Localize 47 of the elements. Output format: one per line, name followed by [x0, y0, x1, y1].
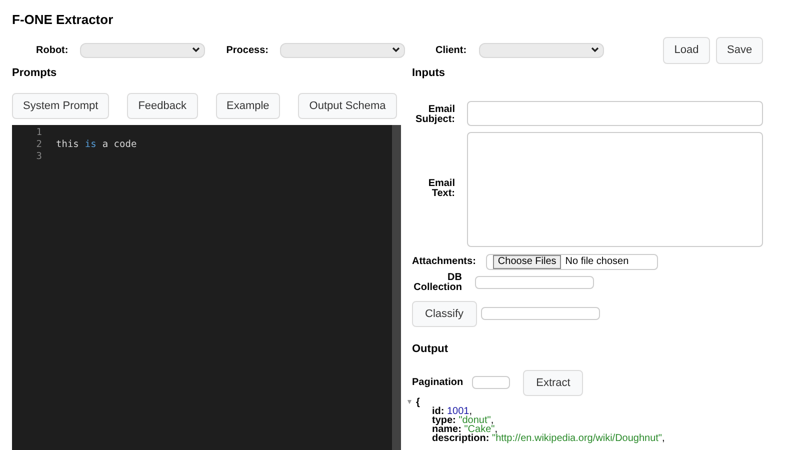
editor-scrollbar[interactable] — [392, 125, 401, 450]
json-line: description: "http://en.wikipedia.org/wiki/Doughnut", — [431, 434, 666, 443]
field-label: Email Text: — [427, 179, 455, 199]
db-collection-field[interactable] — [475, 276, 594, 289]
page-title: F-ONE Extractor — [12, 11, 114, 29]
line-number: 1 — [36, 127, 42, 139]
prompt-tab[interactable]: Output Schema — [298, 92, 397, 119]
field-label: Email Subject: — [414, 102, 455, 126]
prompt-tab[interactable]: System Prompt — [12, 92, 110, 119]
toolbar-button[interactable]: Save — [716, 37, 763, 64]
pagination-field[interactable] — [472, 376, 510, 390]
prompt-tab[interactable]: Feedback — [127, 92, 198, 119]
dropdown[interactable] — [478, 42, 604, 58]
json-line: name: "Cake", — [431, 425, 498, 434]
json-line: type: "donut", — [431, 416, 494, 425]
field-label: Attachments: — [412, 255, 476, 269]
section-heading: Inputs — [412, 66, 446, 81]
selector-label: Process: — [226, 44, 268, 58]
chevron-down-icon — [590, 47, 599, 54]
selector-label: Robot: — [36, 44, 68, 58]
code-token: is — [84, 139, 96, 151]
dropdown[interactable] — [280, 42, 406, 58]
chevron-down-icon — [392, 47, 400, 54]
file-status: No file chosen — [565, 255, 629, 269]
dropdown[interactable] — [80, 42, 206, 58]
line-number: 3 — [36, 151, 42, 163]
code-editor[interactable]: 1 2 3 this is a code — [12, 125, 401, 450]
email-subject-field[interactable] — [467, 100, 763, 126]
field-label: DB Collection — [412, 272, 462, 292]
file-input[interactable]: Choose Files No file chosen — [486, 254, 658, 270]
extract-button[interactable]: Extract — [523, 370, 584, 396]
section-heading: Prompts — [12, 66, 58, 81]
line-number: 2 — [36, 139, 42, 151]
code-token: this — [56, 139, 79, 151]
section-heading: Output — [412, 342, 450, 357]
prompt-tab[interactable]: Example — [216, 92, 280, 119]
field-label: Pagination — [412, 376, 464, 390]
email-text-field[interactable] — [467, 132, 763, 246]
code-token: a code — [102, 139, 137, 151]
json-brace: { — [416, 398, 420, 407]
chevron-down-icon — [192, 47, 200, 54]
selector-label: Client: — [435, 44, 467, 58]
toolbar-button[interactable]: Load — [663, 37, 710, 64]
classify-result-field[interactable] — [480, 307, 600, 320]
json-line: id: 1001, — [431, 407, 472, 416]
classify-button[interactable]: Classify — [412, 300, 477, 327]
choose-files-button[interactable]: Choose Files — [492, 254, 562, 268]
